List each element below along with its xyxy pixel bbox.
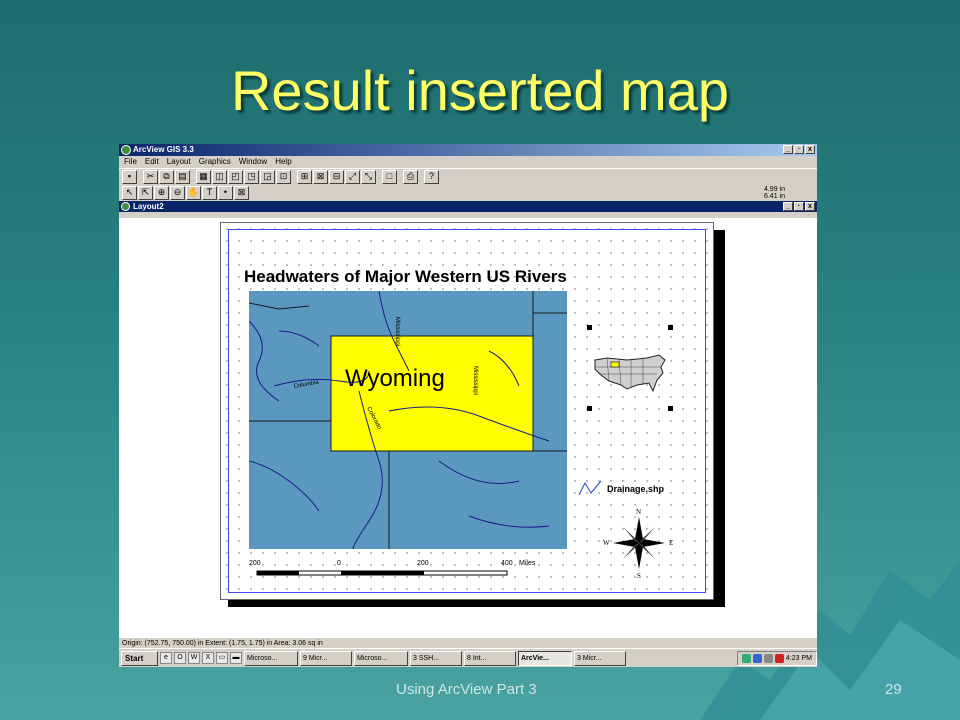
group-icon[interactable]: ◫	[212, 170, 227, 184]
task-ssh[interactable]: 3 SSH...	[410, 650, 462, 666]
ungroup-icon[interactable]: ◰	[228, 170, 243, 184]
zoom-out-icon[interactable]: ⤡	[361, 170, 376, 184]
bring-front-icon[interactable]: ◳	[244, 170, 259, 184]
help-icon[interactable]: ?	[424, 170, 439, 184]
align-icon[interactable]: ⊡	[276, 170, 291, 184]
menu-graphics[interactable]: Graphics	[199, 156, 231, 168]
legend[interactable]: Drainage.shp	[577, 479, 697, 501]
text-tool-icon[interactable]: T	[202, 186, 217, 200]
restore-button[interactable]: ·	[794, 145, 804, 154]
ie-icon[interactable]: e	[160, 652, 172, 664]
zoom-out-tool-icon[interactable]: ⊖	[170, 186, 185, 200]
app-titlebar[interactable]: ArcView GIS 3.3 _ · x	[119, 144, 817, 156]
tray-shield-icon[interactable]	[752, 653, 762, 663]
wyoming-label: Wyoming	[345, 365, 445, 392]
map-frame[interactable]: Mississippi Columbia Colorado Mississipp…	[249, 291, 567, 549]
task-microsoft-1[interactable]: Microso...	[244, 650, 298, 666]
task-microsoft-3[interactable]: 3 Micr...	[574, 650, 626, 666]
pointer-tool-icon[interactable]: ↖	[122, 186, 137, 200]
frame-tool-icon[interactable]: ⊠	[234, 186, 249, 200]
system-tray: 4:23 PM	[736, 650, 817, 666]
slide-page-number: 29	[885, 681, 902, 698]
task-microsoft-2[interactable]: Microso...	[354, 650, 408, 666]
print-icon[interactable]: ⎙	[403, 170, 418, 184]
taskbar: Start e O W X ▭ ▬ Microso... 9 Micr... M…	[119, 648, 817, 667]
point-tool-icon[interactable]: •	[218, 186, 233, 200]
app-title: ArcView GIS 3.3	[133, 145, 194, 154]
zoom-selected-icon[interactable]: ⊟	[329, 170, 344, 184]
scale-label-200: 200	[417, 560, 429, 567]
menu-file[interactable]: File	[124, 156, 137, 168]
status-bar: Origin: (752.75, 750.00) in Extent: (1.7…	[119, 637, 817, 648]
explorer-icon[interactable]: ▭	[216, 652, 228, 664]
save-icon[interactable]: ▪	[122, 170, 137, 184]
menu-help[interactable]: Help	[275, 156, 291, 168]
arcview-app-icon	[121, 145, 131, 155]
layout-doc-icon	[121, 202, 130, 211]
paste-icon[interactable]: ▤	[175, 170, 190, 184]
coord-y: 6.41 in	[763, 193, 785, 200]
tray-volume-icon[interactable]	[763, 653, 773, 663]
close-button[interactable]: x	[805, 145, 815, 154]
coord-x: 4.99 in	[763, 186, 785, 193]
river-label-mississippi-1: Mississippi	[394, 317, 400, 346]
task-internet[interactable]: 8 Int...	[464, 650, 516, 666]
north-arrow[interactable]: N S W E	[601, 505, 677, 580]
menu-bar: File Edit Layout Graphics Window Help	[119, 156, 817, 168]
button-bar: ▪ ✂ ⧉ ▤ ▦ ◫ ◰ ◳ ◲ ⊡ ⊞ ⊠ ⊟ ⤢ ⤡ □ ⎙ ?	[119, 168, 817, 185]
folder-icon[interactable]: ▬	[230, 652, 242, 664]
north-n-label: N	[636, 508, 641, 516]
copy-icon[interactable]: ⧉	[159, 170, 174, 184]
scale-label-400: 400	[501, 560, 513, 567]
excel-icon[interactable]: X	[202, 652, 214, 664]
properties-icon[interactable]: ▦	[196, 170, 211, 184]
zoom-actual-icon[interactable]: ⊠	[313, 170, 328, 184]
slide-footer: Using ArcView Part 3	[396, 681, 537, 698]
river-label-mississippi-2: Mississippi	[472, 366, 478, 395]
scale-label-miles: Miles	[519, 560, 536, 567]
arcview-window: ArcView GIS 3.3 _ · x File Edit Layout G…	[119, 144, 817, 667]
pan-tool-icon[interactable]: ✋	[186, 186, 201, 200]
slide-title: Result inserted map	[230, 59, 729, 122]
layout-frame-icon[interactable]: □	[382, 170, 397, 184]
outlook-icon[interactable]: O	[174, 652, 186, 664]
clock: 4:23 PM	[785, 654, 812, 662]
wyoming-polygon	[330, 335, 534, 452]
zoom-in-tool-icon[interactable]: ⊕	[154, 186, 169, 200]
layout-canvas[interactable]: Headwaters of Major Western US Rivers Mi…	[119, 218, 817, 637]
layout-close-button[interactable]: x	[805, 202, 815, 211]
north-w-label: W	[603, 539, 610, 547]
minimize-button[interactable]: _	[783, 145, 793, 154]
task-word[interactable]: 9 Micr...	[300, 650, 352, 666]
vertex-edit-icon[interactable]: ⇱	[138, 186, 153, 200]
layout-minimize-button[interactable]: _	[783, 202, 793, 211]
legend-label: Drainage.shp	[607, 484, 665, 494]
tray-norton-icon[interactable]	[774, 653, 784, 663]
scale-label-200-left: 200	[249, 560, 261, 567]
task-arcview[interactable]: ArcVie...	[518, 650, 572, 666]
us-inset-map[interactable]	[587, 325, 673, 411]
tray-network-icon[interactable]	[741, 653, 751, 663]
layout-restore-button[interactable]: ·	[794, 202, 804, 211]
scale-bar[interactable]: 200 0 200 400 Miles	[249, 557, 549, 585]
word-icon[interactable]: W	[188, 652, 200, 664]
tool-bar: ↖ ⇱ ⊕ ⊖ ✋ T • ⊠ 4.99 in 6.41 in	[119, 185, 817, 201]
cut-icon[interactable]: ✂	[143, 170, 158, 184]
layout-title: Layout2	[133, 202, 164, 211]
menu-layout[interactable]: Layout	[167, 156, 191, 168]
map-title[interactable]: Headwaters of Major Western US Rivers	[244, 267, 567, 287]
zoom-in-icon[interactable]: ⤢	[345, 170, 360, 184]
north-e-label: E	[669, 539, 673, 547]
cursor-coords: 4.99 in 6.41 in	[764, 186, 785, 200]
send-back-icon[interactable]: ◲	[260, 170, 275, 184]
layout-titlebar[interactable]: Layout2 _ · x	[119, 201, 817, 212]
zoom-full-icon[interactable]: ⊞	[297, 170, 312, 184]
north-s-label: S	[637, 572, 641, 579]
start-button[interactable]: Start	[121, 650, 158, 666]
menu-edit[interactable]: Edit	[145, 156, 159, 168]
layout-page: Headwaters of Major Western US Rivers Mi…	[220, 222, 714, 600]
scale-label-0: 0	[337, 560, 341, 567]
menu-window[interactable]: Window	[239, 156, 267, 168]
